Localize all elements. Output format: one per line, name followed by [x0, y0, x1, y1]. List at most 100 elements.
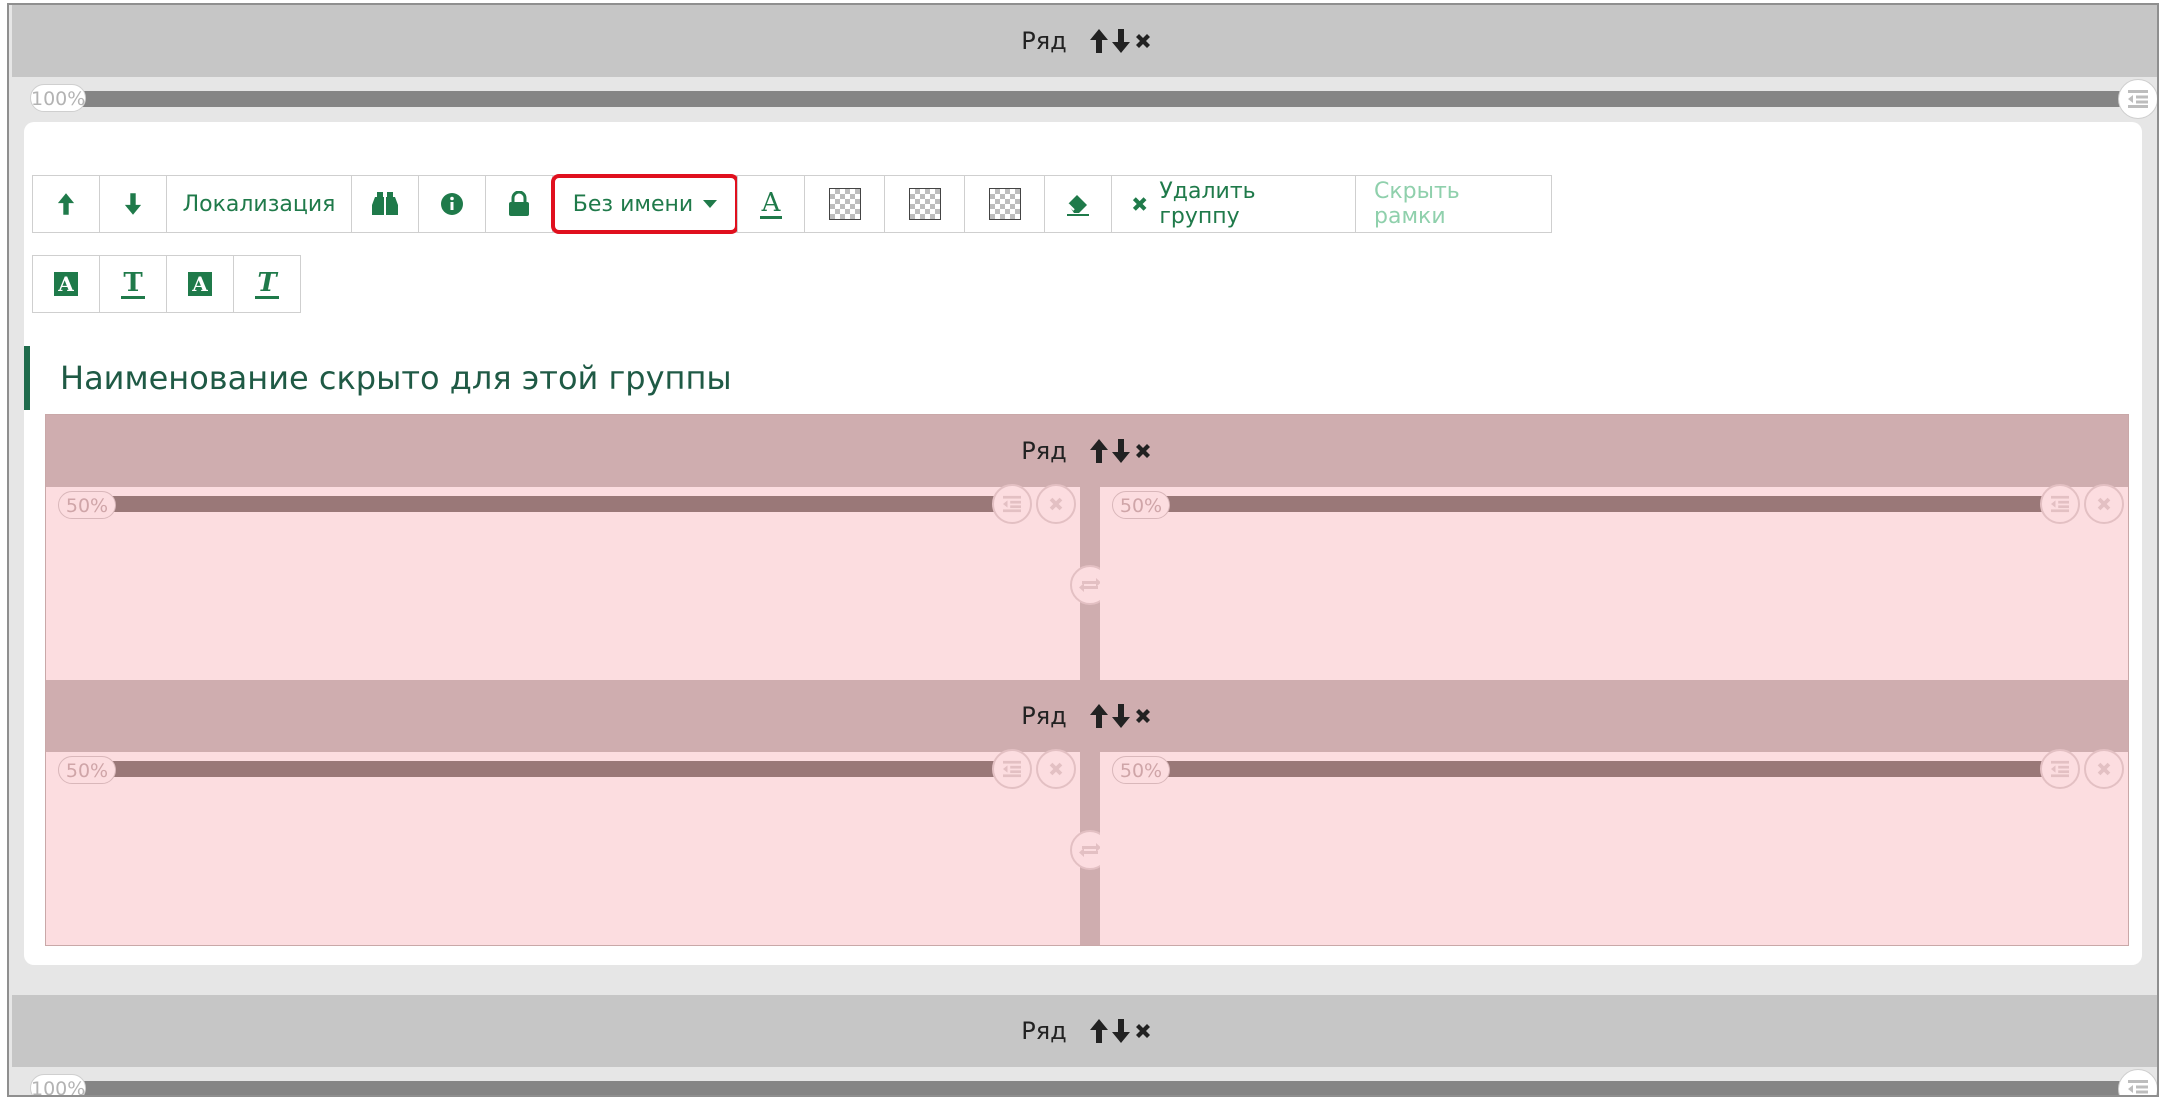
lock-icon: [509, 191, 529, 216]
close-icon: [1047, 495, 1065, 513]
column-width-track[interactable]: [1132, 761, 2076, 777]
outdent-icon: [2049, 760, 2071, 778]
column-settings-button[interactable]: [2118, 1069, 2157, 1097]
group-title: Наименование скрыто для этой группы: [24, 346, 1124, 410]
transparency-icon: [988, 188, 1021, 220]
outdent-icon: [2126, 1079, 2150, 1097]
info-icon: [441, 193, 463, 215]
background-button-3[interactable]: [964, 175, 1045, 233]
column-settings-button[interactable]: [2040, 749, 2080, 789]
column: 50%: [46, 484, 1080, 680]
outdent-icon: [2126, 89, 2150, 109]
outdent-icon: [1001, 760, 1023, 778]
title-bg-color-button[interactable]: A: [32, 255, 100, 313]
group-card: Локализация Без имени A Удалить группу С…: [24, 122, 2142, 965]
close-icon: [1130, 194, 1149, 214]
body-text-button[interactable]: T: [233, 255, 301, 313]
move-up-button[interactable]: [32, 175, 100, 233]
background-button-2[interactable]: [884, 175, 965, 233]
column-width-track[interactable]: [52, 1081, 2122, 1095]
binoculars-icon: [372, 192, 398, 215]
column-width-badge: 50%: [58, 491, 116, 519]
column-remove-button[interactable]: [1036, 484, 1076, 524]
row-move-down-icon[interactable]: [1111, 703, 1131, 729]
text-style-toolbar: A T A T: [32, 255, 301, 313]
filled-a-icon: A: [54, 272, 78, 296]
text-color-button[interactable]: A: [737, 175, 805, 233]
name-dropdown-label: Без имени: [572, 191, 694, 217]
arrow-up-icon: [57, 192, 75, 216]
row-move-up-icon[interactable]: [1089, 1018, 1109, 1044]
column-width-track[interactable]: [52, 91, 2122, 107]
transparency-icon: [908, 188, 941, 220]
row-delete-icon[interactable]: [1133, 441, 1153, 461]
row-move-up-icon[interactable]: [1089, 703, 1109, 729]
row-delete-icon[interactable]: [1133, 706, 1153, 726]
column-remove-button[interactable]: [1036, 749, 1076, 789]
row-delete-icon[interactable]: [1133, 31, 1153, 51]
row-move-down-icon[interactable]: [1111, 1018, 1131, 1044]
arrow-down-icon: [124, 192, 142, 216]
close-icon: [2095, 495, 2113, 513]
close-icon: [1047, 760, 1065, 778]
outdent-icon: [1001, 495, 1023, 513]
swap-icon: [1078, 840, 1102, 860]
italic-t-icon: T: [255, 267, 279, 299]
nested-rows: Ряд 50% 50% Ряд 50% 50%: [45, 414, 2129, 946]
row-move-down-icon[interactable]: [1111, 28, 1131, 54]
row-delete-icon[interactable]: [1133, 1021, 1153, 1041]
column-width-bar-top: 100%: [12, 77, 2157, 121]
hide-frames-button[interactable]: Скрыть рамки: [1355, 175, 1552, 233]
column: 50%: [1100, 749, 2128, 945]
nested-row-header: Ряд: [46, 415, 2128, 487]
title-text-button[interactable]: T: [99, 255, 167, 313]
row-header-top: Ряд: [12, 5, 2157, 77]
column: 50%: [46, 749, 1080, 945]
name-dropdown-button[interactable]: Без имени: [551, 174, 739, 234]
background-button-1[interactable]: [804, 175, 885, 233]
column-settings-button[interactable]: [2040, 484, 2080, 524]
row-move-down-icon[interactable]: [1111, 438, 1131, 464]
column-remove-button[interactable]: [2084, 484, 2124, 524]
column-settings-button[interactable]: [2118, 79, 2157, 119]
column-width-track[interactable]: [78, 496, 1028, 512]
row-label: Ряд: [1021, 1017, 1067, 1045]
move-down-button[interactable]: [99, 175, 167, 233]
info-button[interactable]: [418, 175, 486, 233]
column-width-track[interactable]: [78, 761, 1028, 777]
row-label: Ряд: [1021, 437, 1067, 465]
column-remove-button[interactable]: [2084, 749, 2124, 789]
group-toolbar: Локализация Без имени A Удалить группу С…: [32, 174, 1552, 234]
column-width-track[interactable]: [1132, 496, 2076, 512]
column: 50%: [1100, 484, 2128, 680]
column-width-badge: 100%: [30, 84, 86, 112]
binoculars-button[interactable]: [351, 175, 419, 233]
delete-group-label: Удалить группу: [1159, 179, 1256, 229]
close-icon: [2095, 760, 2113, 778]
column-settings-button[interactable]: [992, 749, 1032, 789]
caret-down-icon: [703, 200, 718, 208]
column-settings-button[interactable]: [992, 484, 1032, 524]
nested-row-header: Ряд: [46, 680, 2128, 752]
delete-group-button[interactable]: Удалить группу: [1111, 175, 1356, 233]
text-t-icon: T: [121, 267, 145, 299]
row-move-up-icon[interactable]: [1089, 28, 1109, 54]
body-bg-color-button[interactable]: A: [166, 255, 234, 313]
lock-button[interactable]: [485, 175, 553, 233]
filled-a-icon: A: [188, 272, 212, 296]
row-label: Ряд: [1021, 27, 1067, 55]
row-label: Ряд: [1021, 702, 1067, 730]
column-width-bar-bottom: 100%: [12, 1067, 2157, 1097]
column-width-badge: 50%: [1112, 491, 1170, 519]
row-move-up-icon[interactable]: [1089, 438, 1109, 464]
text-color-icon: A: [759, 187, 783, 219]
row-header-bottom: Ряд: [12, 995, 2157, 1067]
localization-button[interactable]: Локализация: [166, 175, 352, 233]
eraser-button[interactable]: [1044, 175, 1112, 233]
column-width-badge: 50%: [58, 756, 116, 784]
transparency-icon: [828, 188, 861, 220]
column-width-badge: 100%: [30, 1074, 86, 1095]
outdent-icon: [2049, 495, 2071, 513]
column-width-badge: 50%: [1112, 756, 1170, 784]
page-frame: Ряд 100% Локализация Без имени A Удалить…: [7, 3, 2159, 1097]
